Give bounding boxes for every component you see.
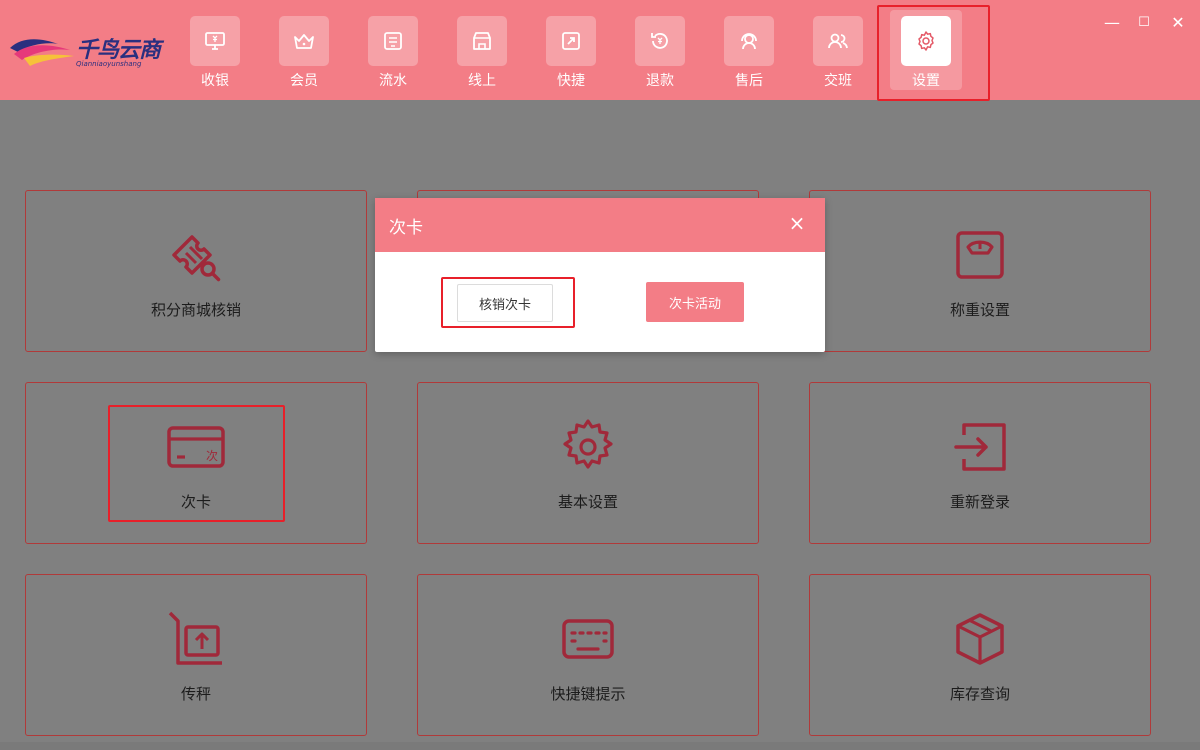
tile-inventory-query[interactable]: 库存查询 xyxy=(809,574,1151,736)
redeem-punch-card-button[interactable]: 核销次卡 xyxy=(457,284,553,322)
nav-label: 会员 xyxy=(290,73,318,89)
shortcut-icon xyxy=(562,32,580,50)
nav-label: 设置 xyxy=(912,73,940,89)
scale-upload-icon xyxy=(168,611,222,665)
close-window-button[interactable]: ✕ xyxy=(1168,12,1188,32)
punch-card-activity-button[interactable]: 次卡活动 xyxy=(646,282,744,322)
nav-label: 退款 xyxy=(646,73,674,89)
tile-label: 次卡 xyxy=(180,493,211,511)
nav-label: 售后 xyxy=(735,73,763,89)
punch-card-char: 次 xyxy=(206,449,218,463)
nav-label: 线上 xyxy=(468,73,496,89)
gear-icon xyxy=(918,31,934,51)
nav-item-shortcut[interactable]: 快捷 xyxy=(535,10,607,90)
gear-icon xyxy=(563,419,613,469)
tile-label: 传秤 xyxy=(180,685,211,703)
box-icon xyxy=(956,613,1004,665)
punch-card-icon: 次 xyxy=(167,426,225,468)
nav-item-refund[interactable]: 退款 xyxy=(624,10,696,90)
nav-item-cashier[interactable]: 收银 xyxy=(179,10,251,90)
modal-title: 次卡 xyxy=(389,217,423,238)
tile-punch-card[interactable]: 次 次卡 xyxy=(25,382,367,544)
nav-item-aftersale[interactable]: 售后 xyxy=(713,10,785,90)
minimize-button[interactable]: — xyxy=(1102,12,1122,32)
brand-bird-icon xyxy=(10,39,74,66)
tile-upload-scale[interactable]: 传秤 xyxy=(25,574,367,736)
maximize-button[interactable]: ☐ xyxy=(1134,12,1154,32)
tile-label: 基本设置 xyxy=(557,493,618,511)
ledger-icon xyxy=(384,32,402,50)
scale-icon xyxy=(956,231,1004,279)
nav-label: 收银 xyxy=(201,73,229,89)
tile-label: 快捷键提示 xyxy=(550,685,626,703)
modal-header: 次卡 xyxy=(375,198,825,252)
modal-close-button[interactable]: × xyxy=(787,213,807,233)
tile-basic-settings[interactable]: 基本设置 xyxy=(417,382,759,544)
tile-weighing-settings[interactable]: 称重设置 xyxy=(809,190,1151,352)
brand-tagline: Qianniaoyunshang xyxy=(76,60,142,68)
keyboard-icon xyxy=(562,619,614,659)
top-bar: 千鸟云商 Qianniaoyunshang 收银 会员 流水 线上 快捷 退款 … xyxy=(0,0,1200,101)
punch-card-modal: 次卡 × 核销次卡 次卡活动 xyxy=(375,198,825,352)
users-icon xyxy=(828,33,848,49)
tile-label: 积分商城核销 xyxy=(150,301,241,319)
bottom-strip xyxy=(0,742,1200,750)
tile-points-mall-redeem[interactable]: 积分商城核销 xyxy=(25,190,367,352)
store-icon xyxy=(473,32,491,50)
nav-item-online[interactable]: 线上 xyxy=(446,10,518,90)
nav-item-member[interactable]: 会员 xyxy=(268,10,340,90)
nav-item-settings[interactable]: 设置 xyxy=(890,10,962,90)
brand-logo: 千鸟云商 Qianniaoyunshang xyxy=(8,24,168,74)
nav-label: 快捷 xyxy=(557,73,585,89)
nav-item-ledger[interactable]: 流水 xyxy=(357,10,429,90)
tile-shortcut-keys[interactable]: 快捷键提示 xyxy=(417,574,759,736)
tile-label: 库存查询 xyxy=(949,685,1010,703)
crown-icon xyxy=(294,34,314,49)
nav-label: 流水 xyxy=(379,73,407,89)
refund-icon xyxy=(651,33,668,49)
login-icon xyxy=(954,423,1006,471)
tile-label: 称重设置 xyxy=(949,301,1010,319)
tile-relogin[interactable]: 重新登录 xyxy=(809,382,1151,544)
ticket-search-icon xyxy=(172,235,221,282)
headset-icon xyxy=(741,33,757,50)
nav-item-handover[interactable]: 交班 xyxy=(802,10,874,90)
nav-label: 交班 xyxy=(824,73,852,89)
cashier-monitor-icon xyxy=(205,32,225,50)
tile-label: 重新登录 xyxy=(949,493,1010,511)
